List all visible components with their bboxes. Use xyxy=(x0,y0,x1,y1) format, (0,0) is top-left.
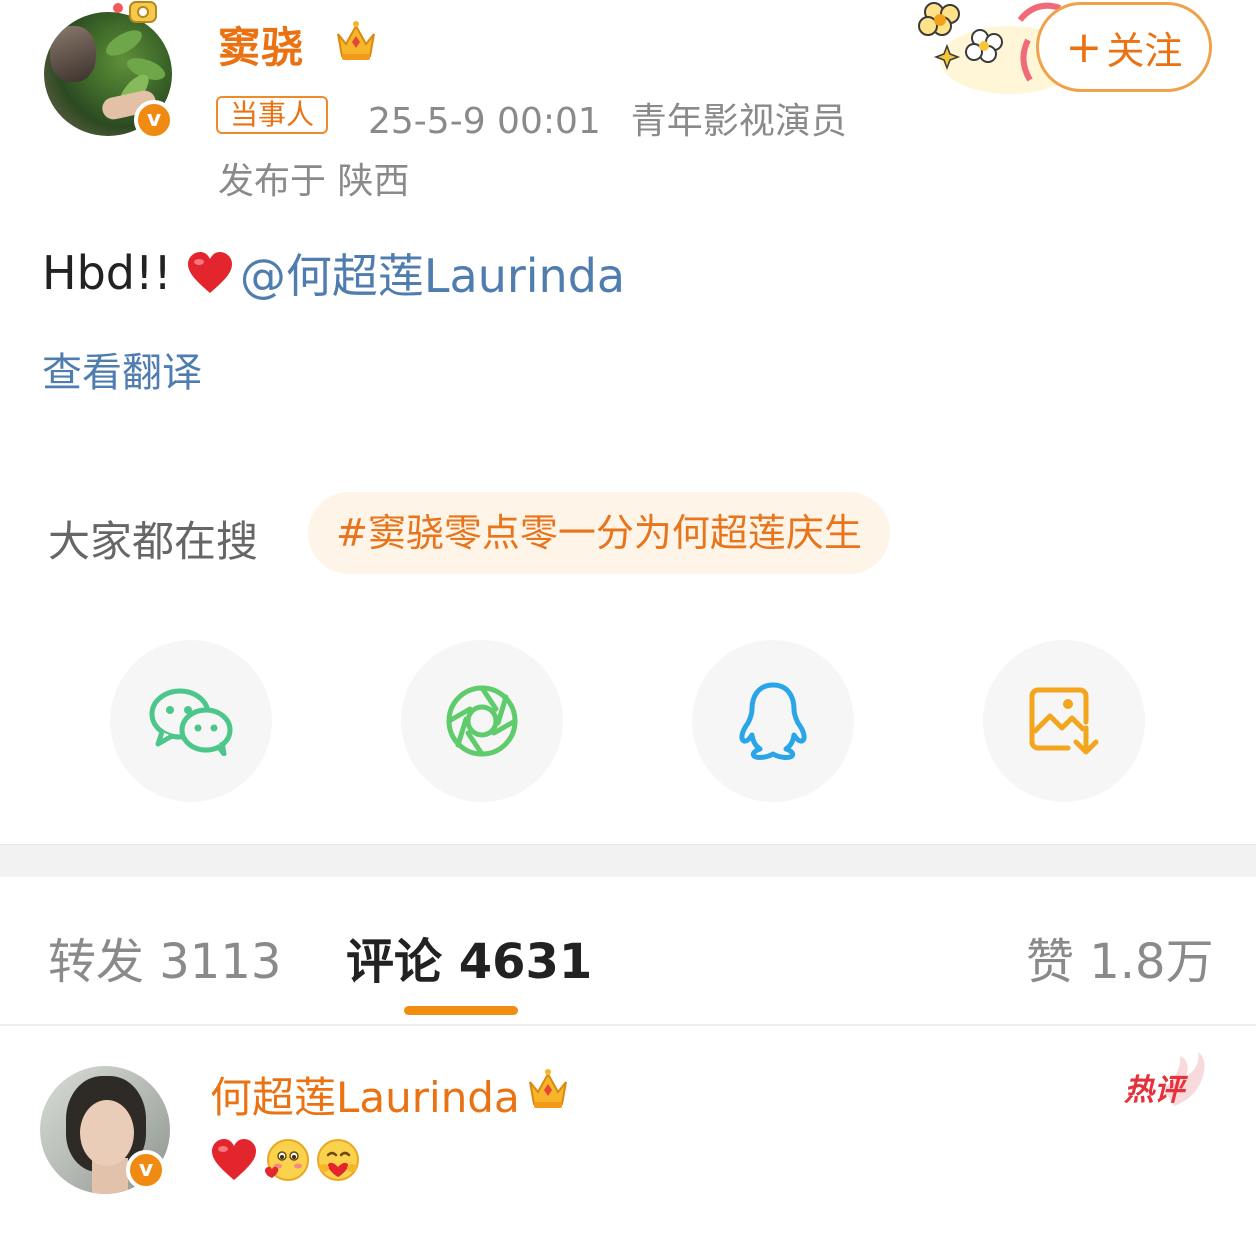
heart-emoji-icon xyxy=(187,252,232,293)
tab-comments[interactable]: 评论 4631 xyxy=(346,922,592,992)
section-divider xyxy=(0,844,1256,877)
comment-content xyxy=(210,1136,362,1184)
post-timestamp: 25-5-9 00:01 xyxy=(368,101,601,142)
hot-comment-label: 热评 xyxy=(1123,1073,1189,1108)
moments-icon xyxy=(446,685,518,757)
post-text-prefix: Hbd!! xyxy=(42,246,172,300)
share-moments-button[interactable] xyxy=(401,640,563,802)
hot-comment-badge: 热评 xyxy=(1123,1052,1205,1108)
post-text: Hbd!! @何超莲Laurinda xyxy=(42,240,625,306)
trending-search-label: 大家都在搜 xyxy=(48,517,259,566)
commenter-verified-badge: v xyxy=(126,1150,166,1190)
share-wechat-button[interactable] xyxy=(110,640,272,802)
tab-repost[interactable]: 转发 3113 xyxy=(48,922,281,992)
hug-face-emoji-icon xyxy=(317,1139,359,1181)
wechat-icon xyxy=(149,688,233,756)
author-name[interactable]: 窦骁 xyxy=(218,14,304,75)
commenter-crown-icon xyxy=(529,1069,567,1108)
post-location: 发布于 陕西 xyxy=(218,161,410,202)
trending-topic-chip[interactable]: #窦骁零点零一分为何超莲庆生 xyxy=(308,492,890,574)
author-title: 青年影视演员 xyxy=(630,101,847,142)
role-tag: 当事人 xyxy=(216,96,329,134)
tab-likes[interactable]: 赞 1.8万 xyxy=(1026,922,1214,992)
save-image-icon xyxy=(1029,687,1099,755)
active-tab-indicator xyxy=(404,1006,518,1015)
qq-icon xyxy=(739,682,807,760)
post-meta: 25-5-9 00:01 青年影视演员 xyxy=(368,92,847,144)
translate-link[interactable]: 查看翻译 xyxy=(42,340,202,398)
follow-button-label: 关注 xyxy=(1106,28,1183,73)
heart-emoji-icon xyxy=(212,1139,256,1180)
share-qq-button[interactable] xyxy=(692,640,854,802)
verified-badge: v xyxy=(134,100,174,140)
shy-face-emoji-icon xyxy=(265,1139,309,1181)
avatar-decoration-icon xyxy=(113,1,157,23)
tabs-divider xyxy=(0,1024,1256,1026)
crown-icon xyxy=(337,21,375,60)
mention-link[interactable]: @何超莲Laurinda xyxy=(240,240,625,306)
commenter-name[interactable]: 何超莲Laurinda xyxy=(210,1064,520,1125)
plus-icon: + xyxy=(1065,21,1103,73)
save-image-button[interactable] xyxy=(983,640,1145,802)
follow-button[interactable]: + 关注 xyxy=(1036,2,1212,92)
